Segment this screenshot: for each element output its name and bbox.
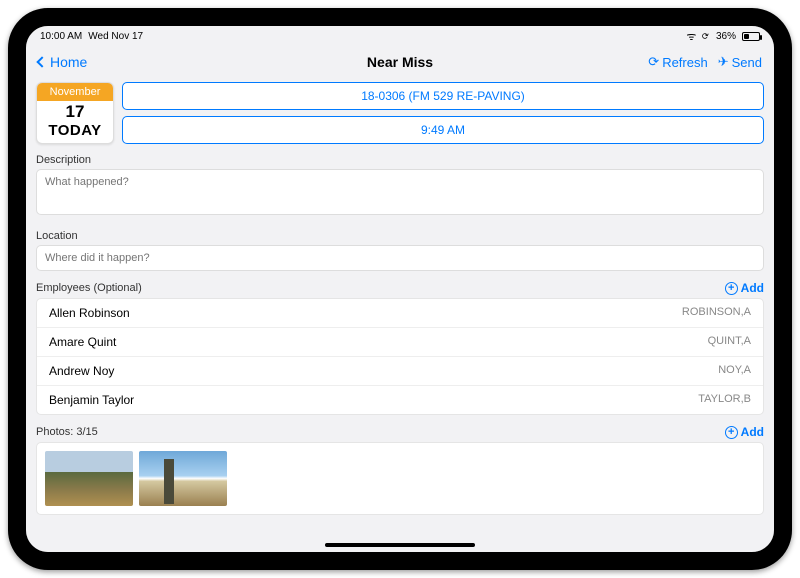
ipad-device: 10:00 AM Wed Nov 17 ᯤ ⟳ 36% Home	[0, 0, 800, 578]
camera-dot	[15, 287, 20, 292]
employee-name: Benjamin Taylor	[49, 393, 134, 407]
description-input[interactable]	[36, 169, 764, 215]
send-label: Send	[732, 55, 762, 70]
add-employee-button[interactable]: + Add	[725, 281, 764, 295]
refresh-label: Refresh	[662, 55, 708, 70]
employee-code: NOY,A	[718, 364, 751, 378]
back-button[interactable]: Home	[38, 54, 87, 70]
add-photo-button[interactable]: + Add	[725, 425, 764, 439]
employee-name: Andrew Noy	[49, 364, 114, 378]
plus-circle-icon: +	[725, 426, 738, 439]
add-photo-label: Add	[741, 425, 764, 439]
battery-icon	[742, 32, 760, 41]
send-icon: ✈	[718, 54, 729, 70]
location-input[interactable]	[36, 245, 764, 271]
project-selector[interactable]: 18-0306 (FM 529 RE-PAVING)	[122, 82, 764, 110]
employee-code: QUINT,A	[708, 335, 751, 349]
employee-code: ROBINSON,A	[682, 306, 751, 320]
send-button[interactable]: ✈ Send	[718, 54, 762, 70]
add-employee-label: Add	[741, 281, 764, 295]
screen: 10:00 AM Wed Nov 17 ᯤ ⟳ 36% Home	[26, 26, 774, 552]
wifi-icon: ᯤ	[686, 29, 696, 44]
refresh-button[interactable]: ⟳ Refresh	[648, 54, 707, 70]
content: November 17 TODAY 18-0306 (FM 529 RE-PAV…	[26, 78, 774, 552]
employee-row[interactable]: Amare Quint QUINT,A	[37, 328, 763, 357]
photo-thumbnail[interactable]	[45, 451, 133, 506]
calendar-widget[interactable]: November 17 TODAY	[36, 82, 114, 144]
orientation-lock-icon: ⟳	[701, 30, 712, 43]
photo-thumbnail[interactable]	[139, 451, 227, 506]
photos-label: Photos: 3/15 + Add	[36, 425, 764, 439]
employees-label: Employees (Optional) + Add	[36, 281, 764, 295]
time-selector[interactable]: 9:49 AM	[122, 116, 764, 144]
top-row: November 17 TODAY 18-0306 (FM 529 RE-PAV…	[36, 82, 764, 144]
back-label: Home	[50, 54, 87, 70]
employee-row[interactable]: Allen Robinson ROBINSON,A	[37, 299, 763, 328]
device-frame: 10:00 AM Wed Nov 17 ᯤ ⟳ 36% Home	[8, 8, 792, 570]
status-time: 10:00 AM	[40, 31, 82, 42]
status-date: Wed Nov 17	[88, 31, 143, 42]
employee-list: Allen Robinson ROBINSON,A Amare Quint QU…	[36, 298, 764, 415]
description-label: Description	[36, 154, 764, 166]
calendar-day: 17	[37, 101, 113, 122]
calendar-today: TODAY	[37, 122, 113, 143]
location-label: Location	[36, 230, 764, 242]
employee-row[interactable]: Andrew Noy NOY,A	[37, 357, 763, 386]
nav-bar: Home Near Miss ⟳ Refresh ✈ Send	[26, 46, 774, 78]
employee-code: TAYLOR,B	[698, 393, 751, 407]
status-bar: 10:00 AM Wed Nov 17 ᯤ ⟳ 36%	[26, 26, 774, 46]
employee-name: Amare Quint	[49, 335, 116, 349]
refresh-icon: ⟳	[648, 54, 659, 70]
home-indicator[interactable]	[325, 543, 475, 547]
photo-list	[36, 442, 764, 515]
employee-row[interactable]: Benjamin Taylor TAYLOR,B	[37, 386, 763, 414]
calendar-month: November	[37, 83, 113, 101]
plus-circle-icon: +	[725, 282, 738, 295]
employee-name: Allen Robinson	[49, 306, 130, 320]
chevron-left-icon	[36, 56, 47, 67]
battery-pct: 36%	[716, 31, 736, 42]
